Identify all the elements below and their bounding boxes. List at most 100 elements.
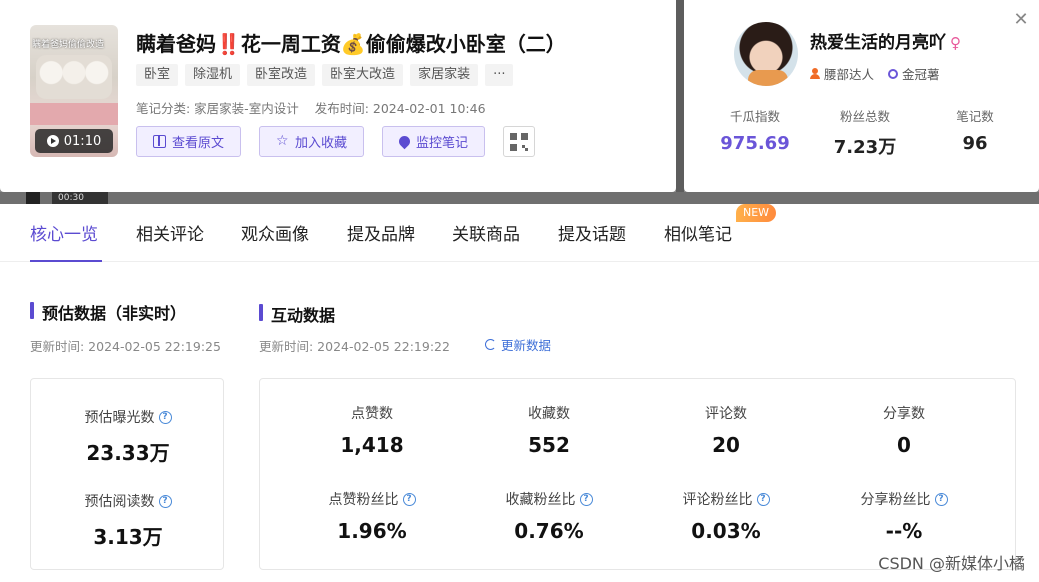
estimate-exposure: 预估曝光数 ? 23.33万 (38, 407, 218, 466)
ratio-label: 分享粉丝比 (860, 492, 931, 508)
video-duration[interactable]: 01:10 (35, 129, 113, 153)
level-badge-label: 金冠薯 (902, 67, 940, 82)
cover-text: 瞒着爸妈偷偷改造 (32, 40, 105, 50)
book-icon (153, 135, 166, 148)
help-icon[interactable]: ? (579, 492, 593, 506)
avatar[interactable] (734, 22, 798, 86)
metric-comments: 评论数 20 (636, 403, 816, 457)
estimate-updated-time: 更新时间: 2024-02-05 22:19:25 (30, 339, 221, 354)
note-meta: 笔记分类: 家居家装-室内设计 发布时间: 2024-02-01 10:46 (136, 98, 486, 117)
stat-value: 7.23万 (833, 137, 897, 158)
metric-label: 评论数 (705, 406, 747, 422)
qr-code-icon (510, 132, 529, 151)
tag-item[interactable]: 卧室大改造 (322, 64, 404, 86)
close-icon[interactable]: ✕ (1013, 11, 1029, 29)
ratio-value: 0.76% (514, 519, 584, 543)
ratio-likes: 点赞粉丝比 ? 1.96% (282, 489, 462, 543)
background-thumbnail (26, 192, 40, 204)
tab-mentioned-topics[interactable]: 提及话题 (558, 220, 626, 245)
tag-item[interactable]: 卧室 (136, 64, 179, 86)
star-icon: ☆ (276, 133, 289, 149)
metric-value: 20 (712, 433, 740, 457)
metric-label: 分享数 (883, 406, 925, 422)
metric-likes: 点赞数 1,418 (282, 403, 462, 457)
medal-icon (888, 68, 899, 79)
note-cover-image[interactable]: 瞒着爸妈偷偷改造 01:10 (30, 25, 118, 157)
refresh-icon (485, 339, 496, 350)
cover-bed (30, 103, 118, 125)
new-badge: NEW (736, 204, 777, 222)
tab-core-overview[interactable]: 核心一览 (30, 220, 98, 245)
help-icon[interactable]: ? (158, 494, 172, 508)
reads-label: 预估阅读数 (84, 494, 155, 510)
tab-audience-profile[interactable]: 观众画像 (241, 220, 309, 245)
stat-note-count: 笔记数 96 (920, 106, 1030, 159)
note-tags: 卧室 除湿机 卧室改造 卧室大改造 家居家装 ··· (136, 64, 514, 86)
exposure-value: 23.33万 (86, 441, 170, 465)
metric-shares: 分享数 0 (814, 403, 994, 457)
monitor-note-label: 监控笔记 (416, 136, 469, 151)
refresh-label: 更新数据 (501, 338, 552, 353)
tab-mentioned-brands[interactable]: 提及品牌 (347, 220, 415, 245)
ratio-value: 1.96% (337, 519, 407, 543)
card-gap (676, 0, 684, 192)
estimate-reads: 预估阅读数 ? 3.13万 (38, 491, 218, 550)
female-icon: ♀ (950, 34, 961, 52)
ratio-comments: 评论粉丝比 ? 0.03% (636, 489, 816, 543)
stat-value: 975.69 (720, 133, 790, 154)
tab-related-products[interactable]: 关联商品 (452, 220, 520, 245)
interaction-section-title: 互动数据 (259, 302, 335, 326)
duration-text: 01:10 (63, 133, 102, 149)
author-name-text: 热爱生活的月亮吖 (810, 33, 946, 53)
avatar-scarf (748, 70, 788, 86)
stat-value: 96 (962, 133, 988, 154)
ratio-value: --% (885, 519, 923, 543)
ratio-label-row: 点赞粉丝比 ? (282, 489, 462, 509)
metric-label: 点赞数 (351, 406, 393, 422)
add-favorite-label: 加入收藏 (295, 136, 348, 151)
person-icon (810, 68, 820, 79)
note-category: 笔记分类: 家居家装-室内设计 (136, 101, 299, 116)
tier-badge: 腰部达人 (810, 64, 874, 83)
view-original-label: 查看原文 (172, 136, 225, 151)
qr-code-button[interactable] (503, 126, 536, 157)
metric-favorites: 收藏数 552 (459, 403, 639, 457)
tab-similar-notes[interactable]: 相似笔记 (664, 220, 732, 245)
help-icon[interactable]: ? (934, 492, 948, 506)
ratio-label-row: 收藏粉丝比 ? (459, 489, 639, 509)
tag-item[interactable]: 家居家装 (410, 64, 479, 86)
help-icon[interactable]: ? (158, 410, 172, 424)
level-badge: 金冠薯 (888, 64, 940, 83)
background-video-time: 00:30 (52, 192, 108, 204)
ratio-label-row: 评论粉丝比 ? (636, 489, 816, 509)
estimate-section-title: 预估数据（非实时） (30, 300, 186, 324)
metric-value: 552 (528, 433, 570, 457)
tag-item[interactable]: 除湿机 (185, 64, 241, 86)
view-original-button[interactable]: 查看原文 (136, 126, 242, 157)
note-title: 瞒着爸妈‼️花一周工资💰偷偷爆改小卧室（二） (136, 32, 566, 56)
ratio-label: 收藏粉丝比 (505, 492, 576, 508)
ratio-favorites: 收藏粉丝比 ? 0.76% (459, 489, 639, 543)
monitor-note-button[interactable]: 监控笔记 (382, 126, 486, 157)
interaction-updated-time: 更新时间: 2024-02-05 22:19:22 (259, 339, 450, 354)
add-favorite-button[interactable]: ☆ 加入收藏 (259, 126, 365, 157)
ratio-shares: 分享粉丝比 ? --% (814, 489, 994, 543)
stat-label: 千瓜指数 (729, 109, 780, 124)
tab-related-comments[interactable]: 相关评论 (136, 220, 204, 245)
help-icon[interactable]: ? (402, 492, 416, 506)
tag-item[interactable]: 卧室改造 (247, 64, 316, 86)
ratio-label-row: 分享粉丝比 ? (814, 489, 994, 509)
note-actions: 查看原文 ☆ 加入收藏 监控笔记 (136, 126, 536, 157)
help-icon[interactable]: ? (756, 492, 770, 506)
metric-value: 0 (897, 433, 911, 457)
reads-value: 3.13万 (93, 525, 163, 549)
backdrop-strip (0, 192, 1039, 204)
refresh-data-button[interactable]: 更新数据 (485, 335, 551, 354)
tags-more-button[interactable]: ··· (485, 64, 514, 86)
author-name[interactable]: 热爱生活的月亮吖 ♀ (810, 28, 961, 53)
interaction-panel: 点赞数 1,418 收藏数 552 评论数 20 分享数 0 点赞粉丝比 ? 1… (259, 378, 1016, 570)
ratio-label: 评论粉丝比 (682, 492, 753, 508)
metric-value: 1,418 (340, 433, 404, 457)
watermark: CSDN @新媒体小橘 (878, 554, 1025, 573)
active-tab-indicator (30, 260, 102, 262)
